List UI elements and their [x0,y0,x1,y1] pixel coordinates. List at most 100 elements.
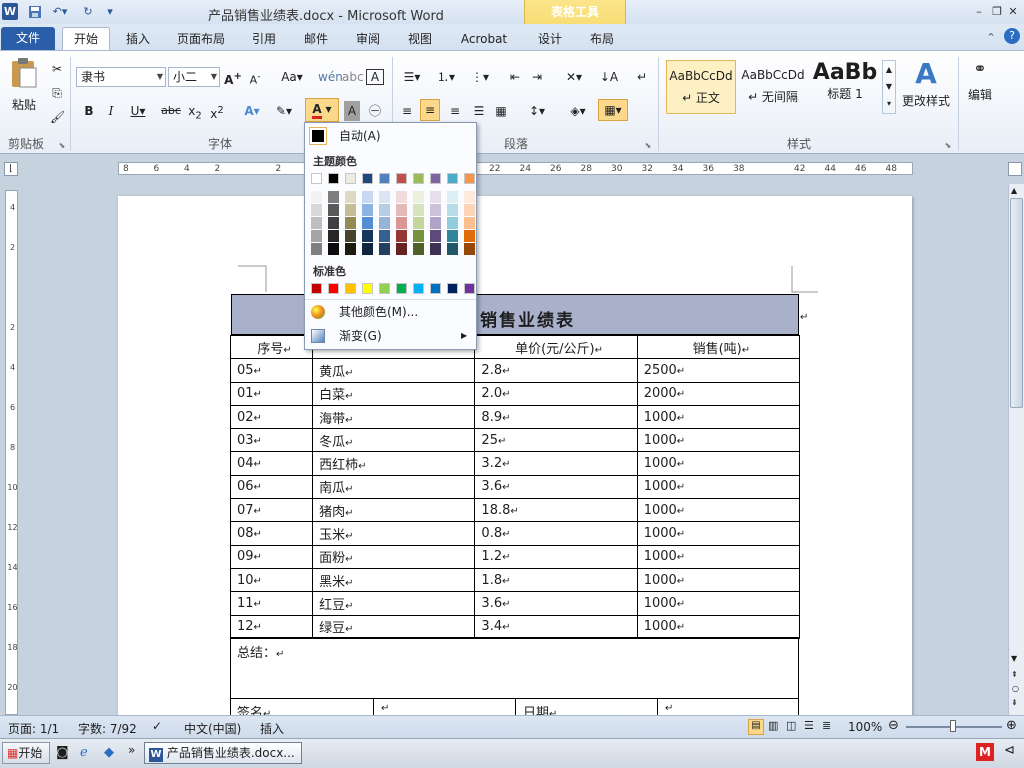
theme-shade-swatch[interactable] [430,217,441,229]
standard-color-swatch[interactable] [447,283,458,294]
theme-shade-swatch[interactable] [379,217,390,229]
underline-button[interactable]: U▾ [126,101,150,121]
table-cell[interactable]: 1000↵ [636,521,801,546]
change-case-icon[interactable]: Aa▾ [278,67,306,87]
theme-color-swatch[interactable] [464,173,475,184]
tab-selector-icon[interactable]: ⌊ [4,162,18,176]
theme-shade-swatch[interactable] [464,243,475,255]
theme-shade-swatch[interactable] [311,243,322,255]
theme-shade-swatch[interactable] [379,204,390,216]
paste-button[interactable]: 粘贴 [6,57,42,123]
styles-scroll-icon[interactable]: ▲ ▼ ▾ [882,60,896,114]
customize-toolbar-icon[interactable]: ▾ [104,3,116,20]
zoom-in-icon[interactable]: ⊕ [1006,718,1017,733]
highlight-color-icon[interactable]: ✎▾ [270,101,298,121]
table-cell[interactable]: 1000↵ [636,498,801,523]
table-cell[interactable]: 02↵ [229,404,314,430]
auto-color-item[interactable]: 自动(A) [305,124,476,148]
scroll-up-icon[interactable]: ▲ [1011,186,1017,195]
redo-icon[interactable]: ↻ [80,3,96,20]
clipboard-launcher-icon[interactable]: ⬊ [58,137,66,154]
theme-shade-swatch[interactable] [379,243,390,255]
editing-button[interactable]: ⚭ 编辑 [962,59,998,105]
collapse-ribbon-icon[interactable]: ⌃ [984,29,998,46]
align-left-icon[interactable]: ≡ [398,101,416,121]
minimize-icon[interactable]: – [972,3,986,20]
line-spacing-icon[interactable]: ↕▾ [524,101,550,121]
table-cell[interactable]: 09↵ [229,544,314,569]
theme-shade-swatch[interactable] [362,217,373,229]
theme-shade-swatch[interactable] [345,217,356,229]
table-cell[interactable]: 0.8↵ [474,521,638,546]
theme-color-swatch[interactable] [379,173,390,184]
theme-shade-swatch[interactable] [345,243,356,255]
theme-shade-swatch[interactable] [447,243,458,255]
print-layout-view-icon[interactable]: ▤ [748,719,764,735]
table-cell[interactable]: 1.2↵ [474,544,638,569]
table-cell[interactable]: 白菜↵ [312,381,476,406]
app-icon[interactable]: ◆ [104,745,114,760]
sort-icon[interactable]: ↓A [598,67,620,87]
theme-shade-swatch[interactable] [345,204,356,216]
table-cell[interactable]: 1000↵ [636,428,801,453]
theme-shade-swatch[interactable] [447,204,458,216]
theme-shade-swatch[interactable] [328,204,339,216]
theme-shade-swatch[interactable] [413,191,424,203]
table-cell[interactable]: 1000↵ [636,474,801,500]
standard-color-swatch[interactable] [396,283,407,294]
table-cell[interactable]: 1000↵ [636,451,801,476]
table-cell[interactable]: 1.8↵ [474,567,638,593]
strikethrough-button[interactable]: abc [160,101,182,121]
header-cell[interactable]: 序号↵ [229,334,314,360]
table-cell[interactable]: 1000↵ [636,404,801,430]
tab-references[interactable]: 引用 [246,28,282,50]
desktop-icon[interactable]: ◙ [56,745,69,760]
standard-color-swatch[interactable] [362,283,373,294]
align-center-icon[interactable]: ≡ [420,99,440,121]
header-cell[interactable]: 单价(元/公斤)↵ [474,334,638,360]
theme-color-swatch[interactable] [396,173,407,184]
theme-shade-swatch[interactable] [379,230,390,242]
font-color-button[interactable]: A ▾ [305,98,339,122]
table-cell[interactable]: 玉米↵ [312,521,476,546]
language[interactable]: 中文(中国) [184,720,241,737]
tab-insert[interactable]: 插入 [118,28,158,50]
zoom-slider[interactable] [906,720,1002,732]
theme-shade-swatch[interactable] [311,204,322,216]
undo-icon[interactable]: ↶▾ [50,3,70,20]
theme-color-swatch[interactable] [447,173,458,184]
theme-shade-swatch[interactable] [311,217,322,229]
font-size-combo[interactable]: 小二 ▼ [168,67,220,87]
table-cell[interactable]: 1000↵ [636,591,801,616]
table-cell[interactable]: 3.6↵ [474,474,638,500]
tray-expand-icon[interactable]: ⊲ [1004,743,1015,758]
horizontal-ruler[interactable]: 864224182022242628303234363842444648 [118,162,913,175]
tab-mailings[interactable]: 邮件 [298,28,334,50]
theme-shade-swatch[interactable] [430,191,441,203]
theme-shade-swatch[interactable] [328,191,339,203]
theme-shade-swatch[interactable] [447,217,458,229]
sign-value[interactable]: ↵ [381,703,389,714]
text-effects-icon[interactable]: A▾ [240,101,264,121]
tray-app-icon[interactable]: M [976,743,994,761]
word-app-icon[interactable]: W [2,3,18,20]
theme-shade-swatch[interactable] [396,230,407,242]
theme-shade-swatch[interactable] [447,230,458,242]
vertical-ruler[interactable]: 4 2 2 4 6 8 10 12 14 16 18 20 [5,190,18,715]
header-cell[interactable]: 销售(吨)↵ [636,334,801,360]
prev-page-icon[interactable]: ⇞ [1011,670,1018,679]
table-cell[interactable]: 03↵ [229,428,314,453]
borders-icon[interactable]: ▦▾ [598,99,628,121]
theme-shade-swatch[interactable] [447,191,458,203]
italic-button[interactable]: I [102,101,120,121]
more-quicklaunch-icon[interactable]: » [128,743,135,757]
theme-shade-swatch[interactable] [362,204,373,216]
theme-shade-swatch[interactable] [464,191,475,203]
vertical-scrollbar[interactable]: ▲ ▼ ⇞ ○ ⇟ [1008,184,1024,715]
theme-shade-swatch[interactable] [464,217,475,229]
table-cell[interactable]: 2000↵ [636,381,801,406]
tab-home[interactable]: 开始 [62,27,110,50]
show-marks-icon[interactable]: ↵ [634,67,650,87]
standard-color-swatch[interactable] [379,283,390,294]
theme-color-swatch[interactable] [345,173,356,184]
